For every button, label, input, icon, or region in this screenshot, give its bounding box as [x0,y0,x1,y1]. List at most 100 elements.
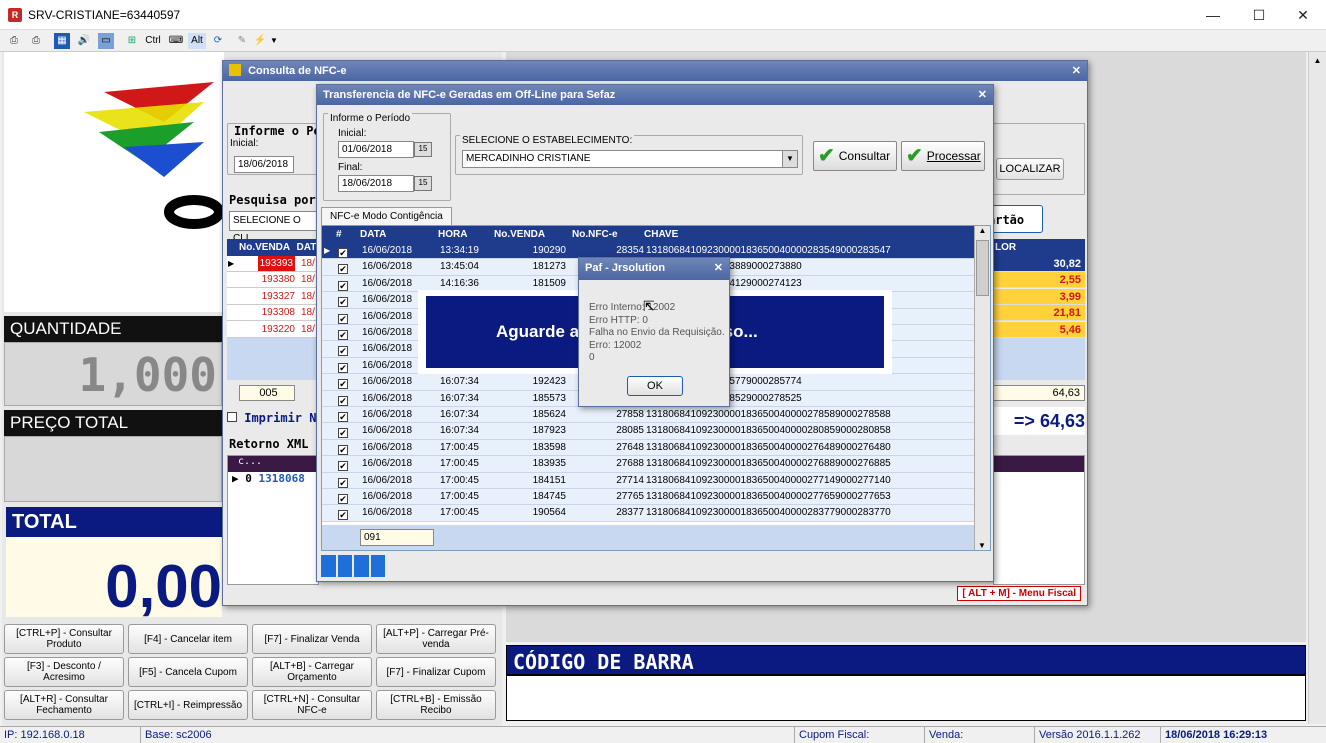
col-check: # [336,229,342,240]
localizar-button[interactable]: LOCALIZAR [996,158,1064,180]
calendar-icon[interactable]: 15 [414,142,432,157]
calculator-icon[interactable]: ▦ [54,33,70,49]
ctrl-key[interactable]: Ctrl [145,33,161,49]
transferencia-close-icon[interactable]: ✕ [978,85,987,105]
total-label: TOTAL [6,507,222,537]
nfce-row[interactable]: ✔ 16/06/2018 17:00:45 183935 27688 1318068410… [322,456,974,473]
nfce-row[interactable]: ✔ 16/06/2018 17:00:45 183598 27648 1318068410… [322,439,974,457]
checkbox[interactable]: ✔ [338,313,348,324]
nfce-row[interactable]: ✔ 16/06/2018 16:07:34 185624 27858 1318068410… [322,407,974,424]
grid-icon[interactable]: ⊞ [124,33,140,49]
checkbox[interactable]: ✔ [338,248,348,258]
checkbox[interactable]: ✔ [338,264,348,275]
ok-button[interactable]: OK [627,376,683,396]
cliente-select[interactable]: SELECIONE O CLI [229,211,319,244]
transfer-inicial-input[interactable]: 01/06/2018 [338,141,414,158]
nfce-grid-scrollbar[interactable]: ▲ ▼ [974,226,990,550]
checkbox[interactable]: ✔ [338,494,348,504]
tab-nfce-contingencia[interactable]: NFC-e Modo Contigência [321,207,452,225]
periodo-legend: Informe o Período [328,113,413,124]
error-close-icon[interactable]: ✕ [714,258,723,278]
checkbox[interactable]: ✔ [338,379,348,390]
error-message: Erro Interno: 12002 Erro HTTP: 0 Falha no … [589,302,729,365]
venda-row[interactable]: 193308 18/ [227,305,319,322]
function-button[interactable]: [F5] - Cancela Cupom [128,657,248,687]
cell-data: 16/06/2018 [362,327,413,338]
retorno-xml-header: c... [228,456,318,472]
nfce-row[interactable]: ✔ 16/06/2018 17:00:45 184151 27714 1318068410… [322,472,974,489]
estabelecimento-fieldset: SELECIONE O ESTABELECIMENTO: MERCADINHO … [455,135,803,175]
function-button[interactable]: [F3] - Desconto / Acresimo [4,657,124,687]
function-button[interactable]: [CTRL+I] - Reimpressão [128,690,248,720]
nfce-row[interactable]: ✔ 16/06/2018 17:00:45 190564 28377 1318068410… [322,505,974,524]
checkbox[interactable]: ✔ [338,477,348,488]
checkbox[interactable]: ✔ [338,428,348,439]
cell-nfce: 27765 [616,491,644,502]
venda-row[interactable]: ▶ 193393 18/ [227,256,319,272]
checkbox[interactable]: ✔ [338,444,348,455]
keyboard-icon[interactable]: ⌨ [168,33,184,49]
venda-row[interactable]: 193380 18/ [227,272,319,289]
cell-data: 16/06/2018 [362,261,413,273]
venda-row[interactable]: 193327 18/ [227,288,319,305]
function-button[interactable]: [F4] - Cancelar item [128,624,248,654]
cartao-button[interactable]: artão [987,205,1043,233]
checkbox[interactable]: ✔ [338,395,348,406]
function-button[interactable]: [ALT+R] - Consultar Fechamento [4,690,124,720]
vendas-list: ▶ 193393 18/193380 18/193327 18/193308 18/193… [227,256,319,338]
printer-icon[interactable]: ⎙ [6,33,22,49]
imprimir-option[interactable]: Imprimir N [227,411,319,429]
imprimir-checkbox[interactable] [227,412,237,422]
processar-button[interactable]: ✔ Processar [901,141,985,171]
checkbox[interactable]: ✔ [338,461,348,472]
monitor-icon[interactable]: ▭ [98,33,114,49]
imprimir-label: Imprimir N [244,411,317,425]
chevron-down-icon[interactable]: ▼ [266,33,282,49]
cell-hora: 16:07:34 [440,376,479,388]
maximize-button[interactable]: ☐ [1236,0,1282,30]
function-button[interactable]: [CTRL+B] - Emissão Recibo [376,690,496,720]
valor-cell: 3,99 [993,288,1085,305]
checkbox[interactable]: ✔ [338,280,348,291]
printer-config-icon[interactable]: ⎙ [28,33,44,49]
checkbox[interactable]: ✔ [338,346,348,357]
main-scrollbar[interactable]: ▲ [1308,52,1326,724]
function-button[interactable]: [F7] - Finalizar Cupom [376,657,496,687]
speaker-icon[interactable]: 🔊 [76,33,92,49]
checkbox[interactable]: ✔ [338,362,348,373]
checkbox[interactable]: ✔ [338,510,348,521]
transferencia-titlebar: Transferencia de NFC-e Geradas em Off-Li… [317,85,993,105]
cell-hora: 17:00:45 [440,458,479,470]
consultar-button[interactable]: ✔ Consultar [813,141,897,171]
venda-row[interactable]: 193220 18/ [227,321,319,338]
inicial-input[interactable]: 18/06/2018 [234,156,294,173]
nfce-row[interactable]: ✔ 16/06/2018 16:07:34 187923 28085 1318068410… [322,423,974,440]
chevron-down-icon[interactable]: ▼ [782,151,797,167]
status-venda: Venda: [924,727,963,743]
alt-key[interactable]: Alt [188,33,206,49]
checkbox[interactable]: ✔ [338,297,348,308]
consulta-close-icon[interactable]: ✕ [1072,61,1081,81]
codigo-barra-input[interactable] [506,675,1306,721]
nfce-row[interactable]: ✔ 16/06/2018 17:00:45 184745 27765 1318068410… [322,489,974,506]
cell-venda: 184151 [532,474,566,486]
row-check[interactable]: ✔ [338,508,348,524]
tool-icon[interactable]: ✎ [234,33,250,49]
minimize-button[interactable]: — [1190,0,1236,30]
error-line: Falha no Envio da Requisição. [589,327,725,338]
menu-fiscal-label[interactable]: [ ALT + M] - Menu Fiscal [957,586,1081,601]
estab-select[interactable]: MERCADINHO CRISTIANE [462,150,798,168]
function-button[interactable]: [CTRL+N] - Consultar NFC-e [252,690,372,720]
retorno-xml-row[interactable]: ▶ 0 1318068 [228,472,318,488]
function-button[interactable]: [CTRL+P] - Consultar Produto [4,624,124,654]
function-button[interactable]: [ALT+B] - Carregar Orçamento [252,657,372,687]
pesquisa-label: Pesquisa por [229,193,316,207]
transfer-final-input[interactable]: 18/06/2018 [338,175,414,192]
close-button[interactable]: ✕ [1280,0,1326,30]
function-button[interactable]: [F7] - Finalizar Venda [252,624,372,654]
function-button[interactable]: [ALT+P] - Carregar Pré-venda [376,624,496,654]
checkbox[interactable]: ✔ [338,330,348,340]
checkbox[interactable]: ✔ [338,412,348,422]
refresh-icon[interactable]: ⟳ [210,33,226,49]
calendar-icon[interactable]: 15 [414,176,432,191]
